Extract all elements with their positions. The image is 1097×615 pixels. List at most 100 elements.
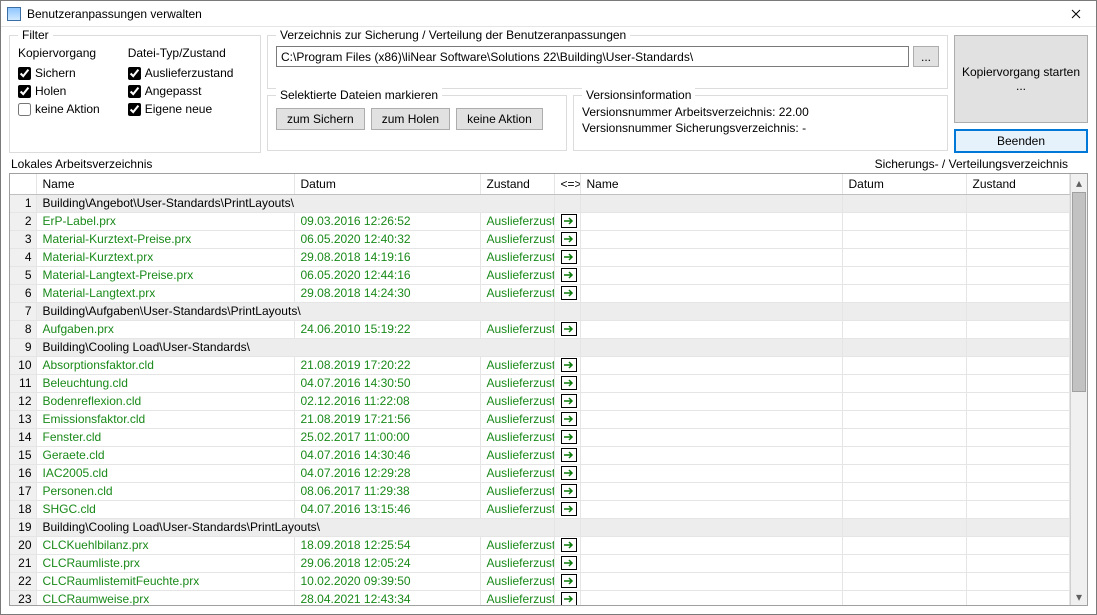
cell-arrow[interactable] bbox=[554, 320, 580, 338]
cell-arrow[interactable] bbox=[554, 410, 580, 428]
table-row[interactable]: 5Material-Langtext-Preise.prx06.05.2020 … bbox=[10, 266, 1070, 284]
file-name: Bodenreflexion.cld bbox=[36, 392, 294, 410]
table-row[interactable]: 8Aufgaben.prx24.06.2010 15:19:22Ausliefe… bbox=[10, 320, 1070, 338]
filter-col-dateityp: Datei-Typ/Zustand Auslieferzustand Angep… bbox=[128, 46, 234, 116]
table-row[interactable]: 9Building\Cooling Load\User-Standards\ bbox=[10, 338, 1070, 356]
table-row[interactable]: 21CLCRaumliste.prx29.06.2018 12:05:24Aus… bbox=[10, 554, 1070, 572]
col-index[interactable] bbox=[10, 174, 36, 194]
cell-date-right bbox=[842, 284, 966, 302]
checkbox-auslieferzustand[interactable]: Auslieferzustand bbox=[128, 66, 234, 80]
filter-legend: Filter bbox=[18, 28, 53, 42]
version-legend: Versionsinformation bbox=[582, 88, 695, 102]
cell-arrow[interactable] bbox=[554, 266, 580, 284]
arrow-right-icon bbox=[561, 484, 577, 498]
mark-zum-sichern-button[interactable]: zum Sichern bbox=[276, 108, 365, 130]
cell-name-right bbox=[580, 392, 842, 410]
table-row[interactable]: 2ErP-Label.prx09.03.2016 12:26:52Auslief… bbox=[10, 212, 1070, 230]
row-index: 6 bbox=[10, 284, 36, 302]
end-button[interactable]: Beenden bbox=[954, 129, 1088, 153]
cell-date-right bbox=[842, 212, 966, 230]
cell-name-right bbox=[580, 248, 842, 266]
table-row[interactable]: 22CLCRaumlistemitFeuchte.prx10.02.2020 0… bbox=[10, 572, 1070, 590]
col-date-right[interactable]: Datum bbox=[842, 174, 966, 194]
table-row[interactable]: 1Building\Angebot\User-Standards\PrintLa… bbox=[10, 194, 1070, 212]
cell-state-right bbox=[966, 554, 1070, 572]
cell-arrow[interactable] bbox=[554, 248, 580, 266]
cell-arrow[interactable] bbox=[554, 554, 580, 572]
table-row[interactable]: 10Absorptionsfaktor.cld21.08.2019 17:20:… bbox=[10, 356, 1070, 374]
col-arrow[interactable]: <=> bbox=[554, 174, 580, 194]
table-row[interactable]: 17Personen.cld08.06.2017 11:29:38Auslief… bbox=[10, 482, 1070, 500]
cell-arrow[interactable] bbox=[554, 392, 580, 410]
cell-date-right bbox=[842, 374, 966, 392]
col-date-left[interactable]: Datum bbox=[294, 174, 480, 194]
cell-arrow[interactable] bbox=[554, 374, 580, 392]
cell-arrow bbox=[554, 302, 580, 320]
cell-arrow[interactable] bbox=[554, 284, 580, 302]
cell-arrow[interactable] bbox=[554, 356, 580, 374]
arrow-right-icon bbox=[561, 412, 577, 426]
table-row[interactable]: 11Beleuchtung.cld04.07.2016 14:30:50Ausl… bbox=[10, 374, 1070, 392]
file-date: 29.08.2018 14:19:16 bbox=[294, 248, 480, 266]
group-name: Building\Angebot\User-Standards\PrintLay… bbox=[36, 194, 554, 212]
cell-arrow[interactable] bbox=[554, 212, 580, 230]
table-row[interactable]: 7Building\Aufgaben\User-Standards\PrintL… bbox=[10, 302, 1070, 320]
file-state: Auslieferzustand bbox=[480, 536, 554, 554]
cell-arrow[interactable] bbox=[554, 590, 580, 605]
cell-arrow bbox=[554, 518, 580, 536]
checkbox-sichern[interactable]: Sichern bbox=[18, 66, 100, 80]
table-row[interactable]: 3Material-Kurztext-Preise.prx06.05.2020 … bbox=[10, 230, 1070, 248]
col-state-left[interactable]: Zustand bbox=[480, 174, 554, 194]
path-input[interactable] bbox=[276, 46, 909, 67]
cell-date-right bbox=[842, 320, 966, 338]
checkbox-holen[interactable]: Holen bbox=[18, 84, 100, 98]
cell-arrow[interactable] bbox=[554, 230, 580, 248]
scroll-up-icon[interactable]: ▴ bbox=[1071, 174, 1087, 191]
cell-arrow[interactable] bbox=[554, 536, 580, 554]
file-grid[interactable]: Name Datum Zustand <=> Name Datum Zustan… bbox=[10, 174, 1070, 605]
file-name: CLCRaumliste.prx bbox=[36, 554, 294, 572]
file-name: Fenster.cld bbox=[36, 428, 294, 446]
arrow-right-icon bbox=[561, 268, 577, 282]
table-row[interactable]: 20CLCKuehlbilanz.prx18.09.2018 12:25:54A… bbox=[10, 536, 1070, 554]
mark-zum-holen-button[interactable]: zum Holen bbox=[371, 108, 450, 130]
cell-arrow[interactable] bbox=[554, 482, 580, 500]
scroll-down-icon[interactable]: ▾ bbox=[1071, 588, 1087, 605]
col-name-left[interactable]: Name bbox=[36, 174, 294, 194]
close-button[interactable] bbox=[1056, 1, 1096, 27]
file-state: Auslieferzustand bbox=[480, 356, 554, 374]
table-row[interactable]: 18SHGC.cld04.07.2016 13:15:46Auslieferzu… bbox=[10, 500, 1070, 518]
cell-state-right bbox=[966, 428, 1070, 446]
file-name: Beleuchtung.cld bbox=[36, 374, 294, 392]
browse-button[interactable]: ... bbox=[913, 46, 939, 67]
file-name: Emissionsfaktor.cld bbox=[36, 410, 294, 428]
cell-name-right bbox=[580, 500, 842, 518]
cell-arrow[interactable] bbox=[554, 572, 580, 590]
col-state-right[interactable]: Zustand bbox=[966, 174, 1070, 194]
start-copy-button[interactable]: Kopiervorgang starten ... bbox=[954, 35, 1088, 123]
table-row[interactable]: 6Material-Langtext.prx29.08.2018 14:24:3… bbox=[10, 284, 1070, 302]
table-row[interactable]: 13Emissionsfaktor.cld21.08.2019 17:21:56… bbox=[10, 410, 1070, 428]
vertical-scrollbar[interactable]: ▴ ▾ bbox=[1070, 174, 1087, 605]
checkbox-eigene-neue[interactable]: Eigene neue bbox=[128, 102, 234, 116]
table-row[interactable]: 16IAC2005.cld04.07.2016 12:29:28Ausliefe… bbox=[10, 464, 1070, 482]
cell-arrow[interactable] bbox=[554, 500, 580, 518]
table-row[interactable]: 19Building\Cooling Load\User-Standards\P… bbox=[10, 518, 1070, 536]
table-row[interactable]: 4Material-Kurztext.prx29.08.2018 14:19:1… bbox=[10, 248, 1070, 266]
scroll-thumb[interactable] bbox=[1072, 192, 1086, 392]
table-row[interactable]: 12Bodenreflexion.cld02.12.2016 11:22:08A… bbox=[10, 392, 1070, 410]
col-name-right[interactable]: Name bbox=[580, 174, 842, 194]
checkbox-angepasst[interactable]: Angepasst bbox=[128, 84, 234, 98]
file-name: Material-Kurztext-Preise.prx bbox=[36, 230, 294, 248]
cell-name-right bbox=[580, 536, 842, 554]
cell-arrow[interactable] bbox=[554, 428, 580, 446]
cell-arrow[interactable] bbox=[554, 464, 580, 482]
group-name: Building\Cooling Load\User-Standards\ bbox=[36, 338, 554, 356]
table-row[interactable]: 23CLCRaumweise.prx28.04.2021 12:43:34Aus… bbox=[10, 590, 1070, 605]
table-row[interactable]: 15Geraete.cld04.07.2016 14:30:46Ausliefe… bbox=[10, 446, 1070, 464]
checkbox-keine-aktion[interactable]: keine Aktion bbox=[18, 102, 100, 116]
mark-keine-aktion-button[interactable]: keine Aktion bbox=[456, 108, 543, 130]
arrow-right-icon bbox=[561, 376, 577, 390]
table-row[interactable]: 14Fenster.cld25.02.2017 11:00:00Ausliefe… bbox=[10, 428, 1070, 446]
cell-arrow[interactable] bbox=[554, 446, 580, 464]
